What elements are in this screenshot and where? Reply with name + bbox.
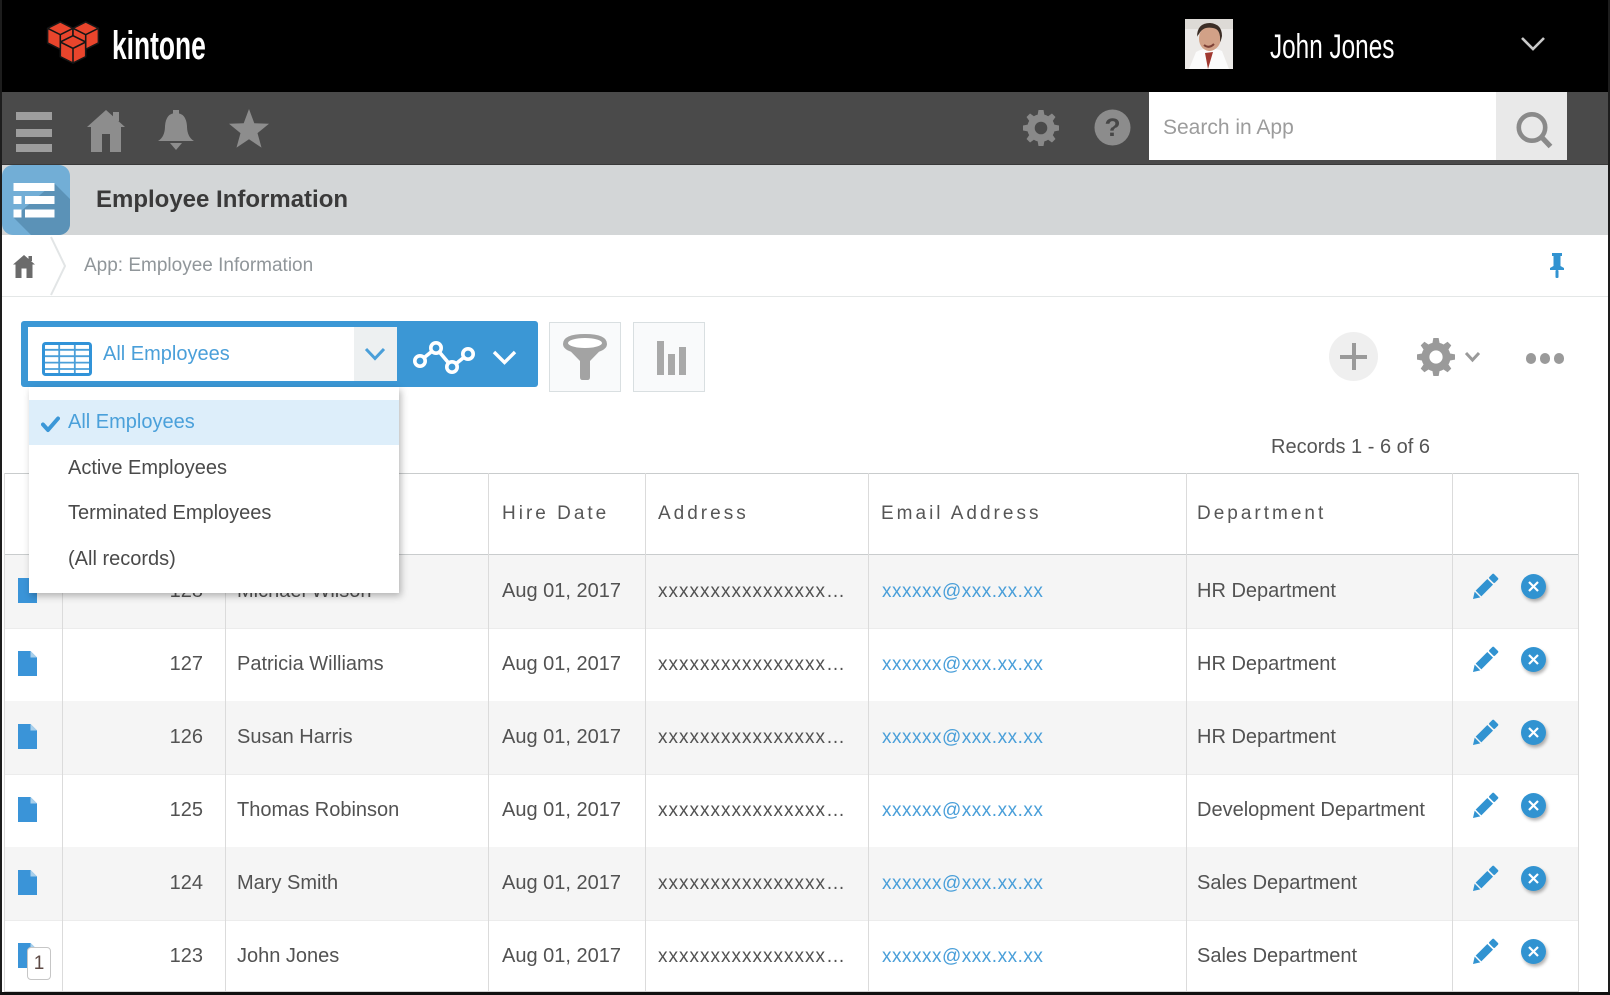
svg-text:?: ? [1104,112,1120,142]
